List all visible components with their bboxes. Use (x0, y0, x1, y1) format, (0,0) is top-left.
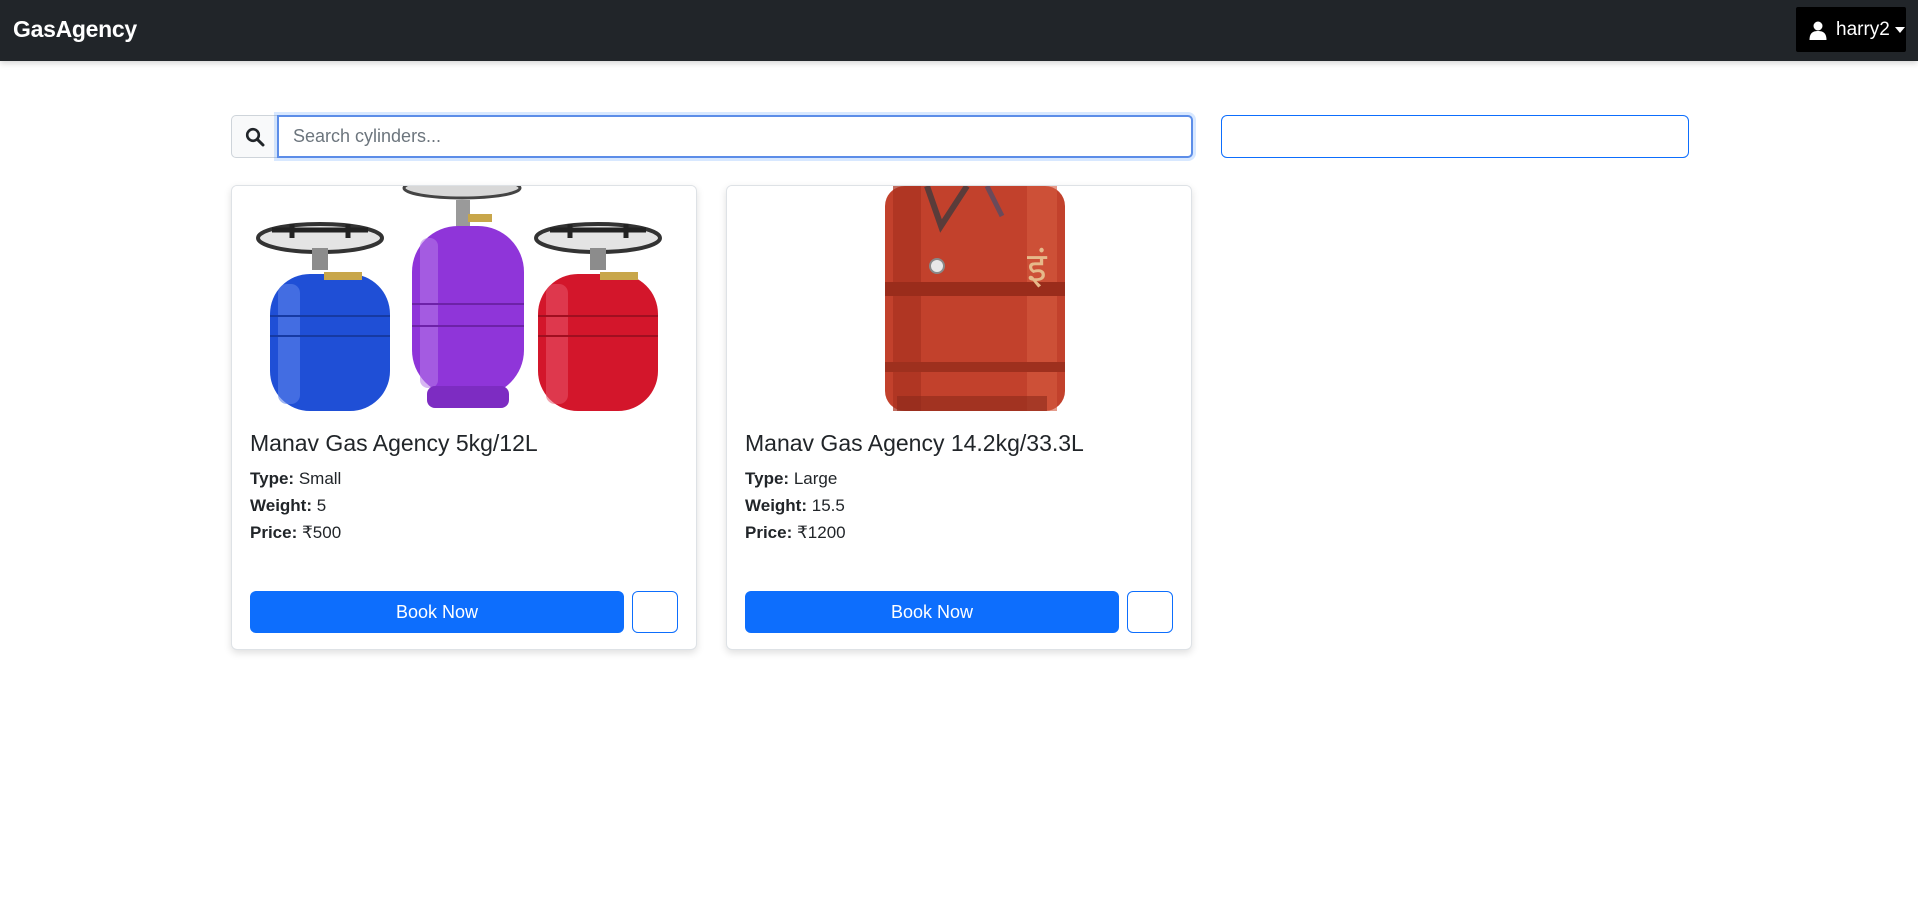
price-value: ₹500 (301, 523, 342, 542)
caret-down-icon (1894, 26, 1905, 33)
product-price: Price: ₹1200 (745, 523, 846, 543)
product-card: इं Manav Gas Agency 14.2kg/33.3L Type: L… (726, 185, 1192, 650)
book-now-button[interactable]: Book Now (745, 591, 1119, 633)
price-value: ₹1200 (796, 523, 846, 542)
product-weight: Weight: 15.5 (745, 496, 845, 516)
book-now-button[interactable]: Book Now (250, 591, 624, 633)
secondary-action-button[interactable] (1127, 591, 1173, 633)
type-value: Large (793, 469, 838, 488)
search-icon (245, 127, 264, 146)
type-label: Type: (745, 469, 790, 488)
search-icon-addon (231, 115, 277, 158)
secondary-action-button[interactable] (632, 591, 678, 633)
product-title: Manav Gas Agency 14.2kg/33.3L (745, 430, 1084, 456)
product-price: Price: ₹500 (250, 523, 341, 543)
product-image (232, 186, 696, 411)
user-icon (1808, 20, 1828, 40)
brand-logo[interactable]: GasAgency (13, 16, 137, 43)
type-label: Type: (250, 469, 295, 488)
product-title: Manav Gas Agency 5kg/12L (250, 430, 538, 456)
weight-value: 15.5 (811, 496, 845, 515)
svg-text:इं: इं (1027, 245, 1048, 291)
weight-value: 5 (316, 496, 327, 515)
navbar: GasAgency harry2 (0, 0, 1918, 61)
product-card: Manav Gas Agency 5kg/12L Type: Small Wei… (231, 185, 697, 650)
user-menu-button[interactable]: harry2 (1796, 7, 1906, 52)
username: harry2 (1836, 18, 1890, 40)
filter-box[interactable] (1221, 115, 1689, 158)
weight-label: Weight: (250, 496, 313, 515)
product-weight: Weight: 5 (250, 496, 326, 516)
price-label: Price: (745, 523, 793, 542)
price-label: Price: (250, 523, 298, 542)
product-image: इं (727, 186, 1191, 411)
product-type: Type: Small (250, 469, 341, 489)
search-input[interactable] (277, 115, 1193, 158)
weight-label: Weight: (745, 496, 808, 515)
type-value: Small (298, 469, 342, 488)
product-type: Type: Large (745, 469, 837, 489)
search-bar (231, 115, 1193, 158)
